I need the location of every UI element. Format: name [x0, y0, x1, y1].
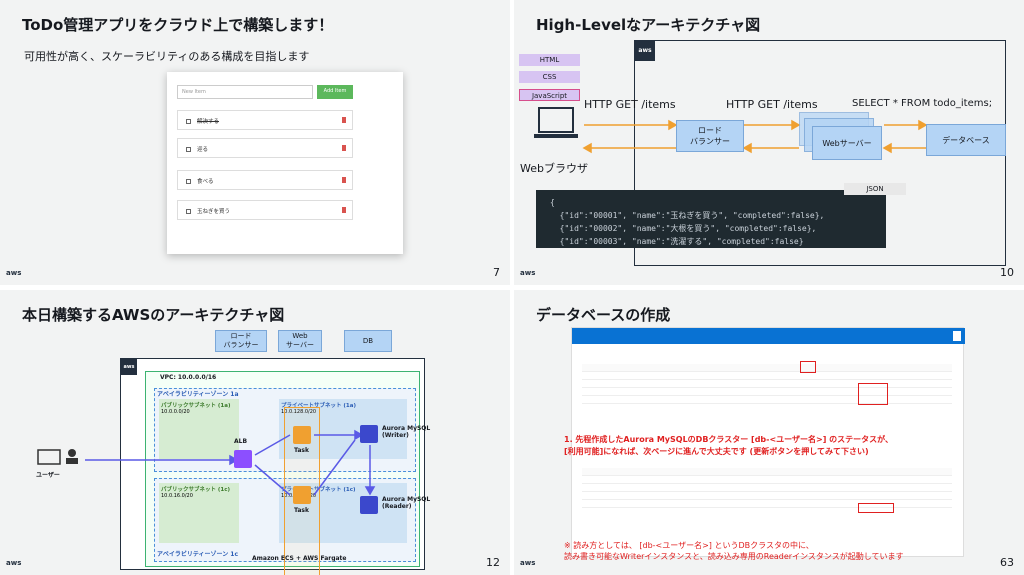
- http-label-1: HTTP GET /items: [584, 98, 676, 111]
- todo-item[interactable]: 解決する: [177, 110, 353, 130]
- aurora-writer-label: Aurora MySQL (Writer): [382, 425, 431, 439]
- alb-label: ALB: [234, 438, 248, 445]
- todo-item[interactable]: 玉ねぎを買う: [177, 200, 353, 220]
- sql-label: SELECT * FROM todo_items;: [852, 98, 993, 109]
- slide-12[interactable]: 本日構築するAWSのアーキテクチャ図 ロード バランサー Web サーバー DB…: [0, 290, 510, 575]
- json-response: { {"id":"00001", "name":"玉ねぎを買う", "compl…: [536, 190, 886, 248]
- footer: aws: [520, 269, 535, 277]
- status-highlight: [858, 383, 888, 405]
- slide-63[interactable]: データベースの作成 1. 先程作成したAurora MySQLのDBクラスター …: [514, 290, 1024, 575]
- page-number: 7: [493, 266, 500, 279]
- trash-icon[interactable]: [342, 117, 346, 123]
- browser-label: Webブラウザ: [520, 162, 588, 175]
- banner-button[interactable]: [953, 331, 961, 341]
- alb-icon: [234, 450, 252, 468]
- aurora-reader-icon: [360, 496, 378, 514]
- page-number: 12: [486, 556, 500, 569]
- json-line: {"id":"00003", "name":"洗濯する", "completed…: [550, 237, 804, 246]
- json-line: {: [550, 198, 555, 207]
- page-number: 63: [1000, 556, 1014, 569]
- footer: aws: [520, 559, 535, 567]
- checkbox-icon[interactable]: [186, 147, 191, 152]
- browser-icon: [538, 107, 574, 133]
- aurora-reader-label: Aurora MySQL (Reader): [382, 496, 431, 510]
- slide-grid: ToDo管理アプリをクラウド上で構築します！ 可用性が高く、スケーラビリティのあ…: [0, 0, 1024, 575]
- slide-10[interactable]: High-Levelなアーキテクチャ図 HTML CSS JavaScript …: [514, 0, 1024, 285]
- load-balancer-box: ロード バランサー: [676, 120, 744, 152]
- todo-item[interactable]: 迎る: [177, 138, 353, 158]
- slide-title: ToDo管理アプリをクラウド上で構築します！: [22, 16, 334, 34]
- instruction-note: 1. 先程作成したAurora MySQLのDBクラスター [db-<ユーザー名…: [564, 435, 894, 444]
- todo-item[interactable]: 食べる: [177, 170, 353, 190]
- db-table-1: [582, 364, 952, 404]
- aws-logo: aws: [6, 559, 22, 567]
- task-icon: [293, 486, 311, 504]
- checkbox-icon[interactable]: [186, 119, 191, 124]
- arch-arrows: [37, 429, 376, 496]
- trash-icon[interactable]: [342, 177, 346, 183]
- footer: aws: [6, 559, 21, 567]
- refresh-highlight: [800, 361, 816, 373]
- explanation-note: 読み書き可能なWriterインスタンスと、読み込み専用のReaderインスタンス…: [564, 552, 904, 561]
- add-item-button[interactable]: Add Item: [317, 85, 353, 99]
- task-icon: [293, 426, 311, 444]
- client-computer-icon: [37, 449, 61, 465]
- instruction-note: [利用可能]になれば、次ページに進んで大丈夫です (更新ボタンを押してみて下さい…: [564, 447, 869, 456]
- task-label: Task: [294, 447, 309, 454]
- new-item-input[interactable]: New Item: [177, 85, 313, 99]
- database-box: データベース: [926, 124, 1006, 156]
- explanation-note: ※ 読み方としては、 [db-<ユーザー名>] というDBクラスタの中に、: [564, 541, 814, 550]
- slide-title: データベースの作成: [536, 306, 671, 324]
- web-server-box: Webサーバー: [812, 126, 882, 160]
- page-number: 10: [1000, 266, 1014, 279]
- aws-logo: aws: [520, 559, 536, 567]
- user-icon: [68, 449, 76, 457]
- trash-icon[interactable]: [342, 145, 346, 151]
- db-table-2: [582, 468, 952, 508]
- slide-subtitle: 可用性が高く、スケーラビリティのある構成を目指します: [24, 50, 310, 63]
- aws-logo: aws: [6, 269, 22, 277]
- trash-icon[interactable]: [342, 207, 346, 213]
- checkbox-icon[interactable]: [186, 209, 191, 214]
- status-highlight: [858, 503, 894, 513]
- aws-logo: aws: [520, 269, 536, 277]
- task-label: Task: [294, 507, 309, 514]
- console-banner: [572, 328, 965, 344]
- todo-app-card: New Item Add Item 解決する 迎る 食べる 玉ねぎを買う: [167, 72, 403, 254]
- footer: aws: [6, 269, 21, 277]
- checkbox-icon[interactable]: [186, 179, 191, 184]
- ecs-label: Amazon ECS + AWS Fargate: [252, 555, 347, 562]
- slide-7[interactable]: ToDo管理アプリをクラウド上で構築します！ 可用性が高く、スケーラビリティのあ…: [0, 0, 510, 285]
- http-label-2: HTTP GET /items: [726, 98, 818, 111]
- json-tag: JSON: [844, 183, 906, 195]
- json-line: {"id":"00002", "name":"大根を買う", "complete…: [550, 224, 817, 233]
- aurora-writer-icon: [360, 425, 378, 443]
- user-label: ユーザー: [36, 472, 60, 479]
- json-line: {"id":"00001", "name":"玉ねぎを買う", "complet…: [550, 211, 825, 220]
